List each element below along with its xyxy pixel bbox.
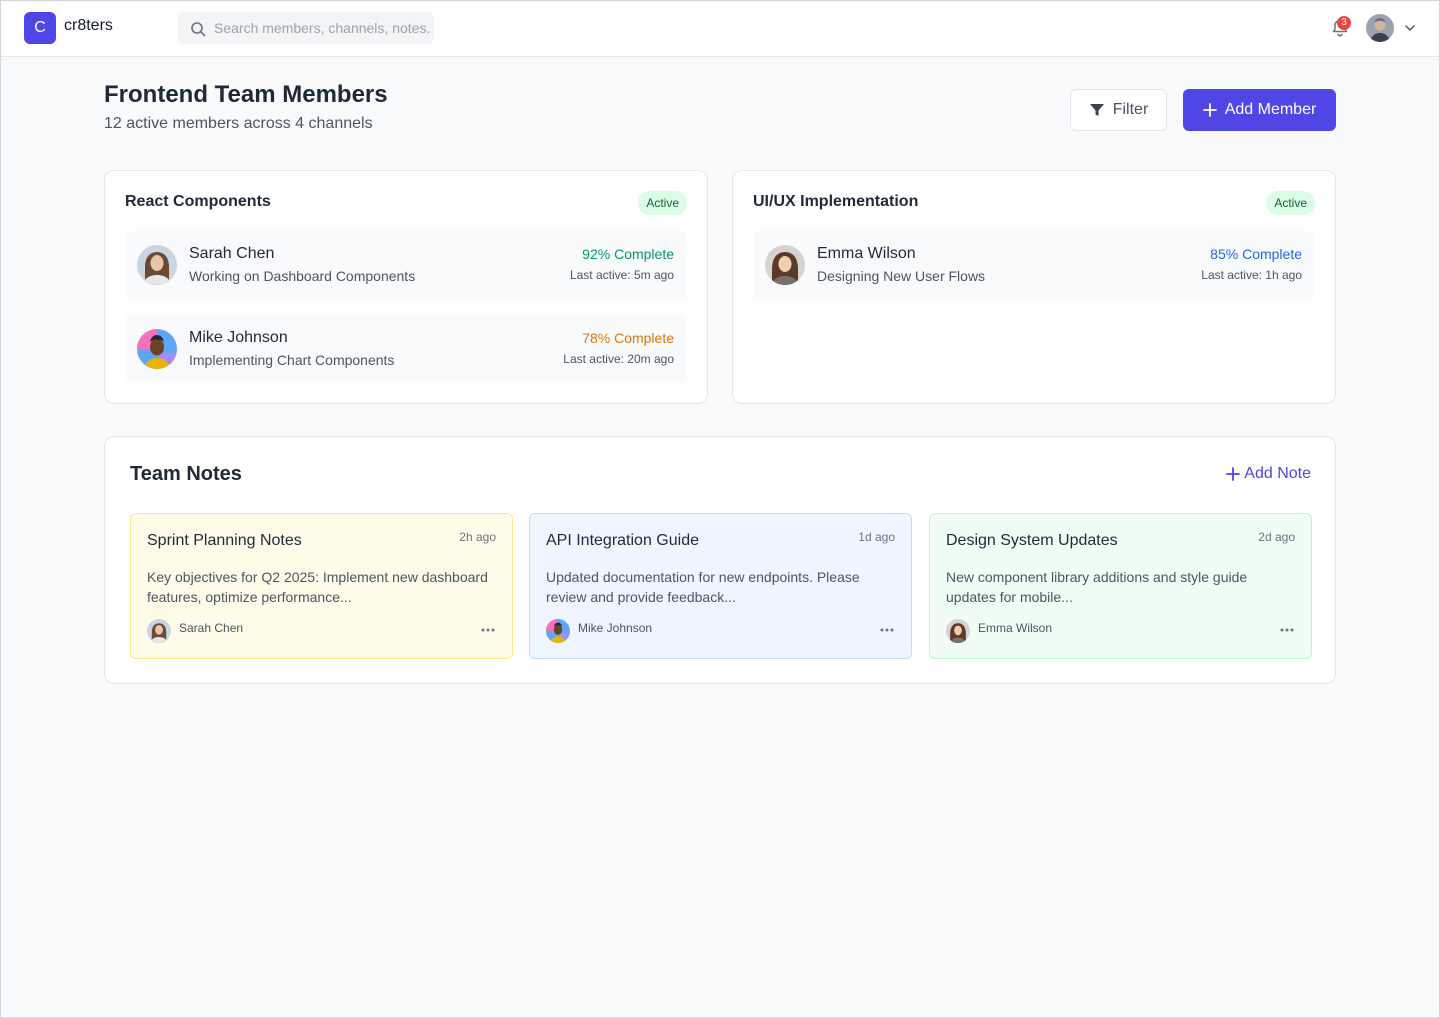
note-card[interactable]: API Integration Guide 1d ago Updated doc… (529, 513, 912, 659)
channel-title: UI/UX Implementation (753, 193, 919, 210)
note-author: Emma Wilson (978, 621, 1053, 635)
note-body: Key objectives for Q2 2025: Implement ne… (147, 569, 488, 605)
note-title: API Integration Guide (546, 532, 699, 549)
more-options-icon[interactable] (879, 625, 895, 635)
member-last-active: Last active: 5m ago (569, 268, 674, 282)
note-title: Sprint Planning Notes (147, 532, 302, 549)
member-row-emma-wilson[interactable]: Emma Wilson Designing New User Flows 85%… (753, 231, 1315, 299)
member-task: Working on Dashboard Components (189, 268, 416, 284)
app-logo[interactable]: C (24, 12, 56, 44)
search-input[interactable] (214, 12, 430, 44)
note-time: 2d ago (1258, 530, 1295, 544)
member-progress: 85% Complete (1210, 246, 1302, 262)
member-last-active: Last active: 20m ago (563, 352, 674, 366)
note-author: Sarah Chen (179, 621, 244, 635)
more-options-icon[interactable] (480, 625, 496, 635)
member-row-mike-johnson[interactable]: Mike Johnson Implementing Chart Componen… (125, 315, 687, 383)
more-options-icon[interactable] (1279, 625, 1295, 635)
avatar (137, 329, 177, 369)
status-badge: Active (638, 191, 687, 215)
member-task: Designing New User Flows (817, 268, 986, 284)
member-name: Sarah Chen (189, 245, 275, 262)
note-card[interactable]: Design System Updates 2d ago New compone… (929, 513, 1312, 659)
notes-title: Team Notes (130, 463, 242, 485)
filter-button-label: Filter (1112, 101, 1149, 118)
member-name: Mike Johnson (189, 329, 288, 346)
notification-badge: 3 (1337, 16, 1351, 30)
plus-icon (1202, 103, 1217, 117)
avatar (147, 619, 171, 643)
note-card[interactable]: Sprint Planning Notes 2h ago Key objecti… (130, 513, 513, 659)
search-icon (191, 22, 206, 37)
note-time: 1d ago (858, 530, 895, 544)
page-title: Frontend Team Members (104, 81, 388, 108)
avatar (137, 245, 177, 285)
team-notes-card: Team Notes Add Note Sprint Planning Note… (104, 436, 1336, 684)
app-name[interactable]: cr8ters (64, 17, 113, 35)
member-progress: 78% Complete (582, 330, 674, 346)
note-author: Mike Johnson (578, 621, 653, 635)
member-task: Implementing Chart Components (189, 352, 395, 368)
status-badge: Active (1266, 191, 1315, 215)
note-title: Design System Updates (946, 532, 1118, 549)
top-bar: C cr8ters 3 (1, 1, 1439, 57)
member-last-active: Last active: 1h ago (1201, 268, 1302, 282)
avatar (765, 245, 805, 285)
user-avatar[interactable] (1366, 14, 1394, 42)
avatar (946, 619, 970, 643)
member-name: Emma Wilson (817, 245, 916, 262)
add-note-label: Add Note (1244, 465, 1311, 482)
channel-title: React Components (125, 193, 271, 210)
search-box (178, 12, 434, 44)
channel-card-ui-ux-implementation: UI/UX Implementation Active Emma Wilson … (732, 170, 1336, 404)
note-time: 2h ago (459, 530, 496, 544)
add-member-button-label: Add Member (1224, 101, 1317, 118)
chevron-down-icon[interactable] (1404, 22, 1416, 34)
filter-button[interactable]: Filter (1070, 89, 1167, 131)
channel-card-react-components: React Components Active Sarah Chen Worki… (104, 170, 708, 404)
avatar (546, 619, 570, 643)
plus-icon (1226, 467, 1241, 481)
add-member-button[interactable]: Add Member (1183, 89, 1336, 131)
add-note-button[interactable]: Add Note (1226, 465, 1311, 483)
page-subtitle: 12 active members across 4 channels (104, 115, 373, 132)
note-body: New component library additions and styl… (946, 569, 1248, 605)
member-row-sarah-chen[interactable]: Sarah Chen Working on Dashboard Componen… (125, 231, 687, 299)
note-body: Updated documentation for new endpoints.… (546, 569, 860, 605)
member-progress: 92% Complete (582, 246, 674, 262)
filter-icon (1089, 104, 1104, 116)
